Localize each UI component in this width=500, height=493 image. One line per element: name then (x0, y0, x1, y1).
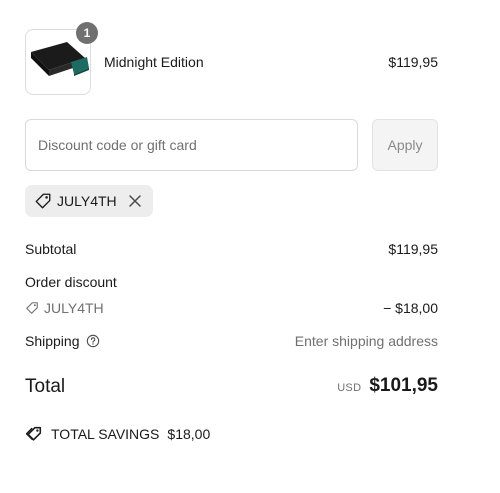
quantity-badge: 1 (76, 22, 98, 44)
shipping-value: Enter shipping address (294, 333, 438, 349)
total-savings: TOTAL SAVINGS $18,00 (25, 425, 210, 443)
total-label: Total (25, 376, 66, 397)
discount-value: − $18,00 (383, 300, 438, 316)
help-icon[interactable] (86, 334, 100, 348)
total-amount-group: USD $101,95 (337, 375, 438, 397)
subtotal-value: $119,95 (388, 241, 438, 257)
product-name: Midnight Edition (104, 54, 204, 70)
currency-code: USD (337, 382, 362, 394)
savings-tag-icon (25, 426, 42, 441)
product-price: $119,95 (388, 54, 438, 70)
tag-icon (26, 302, 38, 314)
savings-value: $18,00 (167, 426, 211, 442)
savings-label: TOTAL SAVINGS (51, 426, 160, 442)
order-discount-row: JULY4TH − $18,00 (25, 300, 438, 316)
tag-icon (35, 193, 51, 209)
order-discount-label: Order discount (25, 274, 117, 290)
discount-code-text: JULY4TH (44, 300, 104, 316)
line-item: 1 Midnight Edition $119,95 (25, 22, 438, 95)
discount-form: Apply (25, 119, 438, 171)
total-amount: $101,95 (369, 375, 438, 396)
order-discount-label-row: Order discount (25, 274, 438, 290)
subtotal-row: Subtotal $119,95 (25, 241, 438, 257)
apply-button[interactable]: Apply (372, 119, 438, 171)
wallet-product-image (31, 42, 89, 76)
subtotal-label: Subtotal (25, 241, 77, 257)
discount-code-line: JULY4TH (25, 300, 438, 316)
applied-code-label: JULY4TH (57, 193, 117, 209)
shipping-label: Shipping (25, 333, 80, 349)
discount-code-input[interactable] (25, 119, 358, 171)
applied-discount-chip: JULY4TH (25, 185, 153, 217)
shipping-row: Shipping Enter shipping address (25, 333, 438, 349)
remove-discount-icon[interactable] (127, 193, 143, 209)
